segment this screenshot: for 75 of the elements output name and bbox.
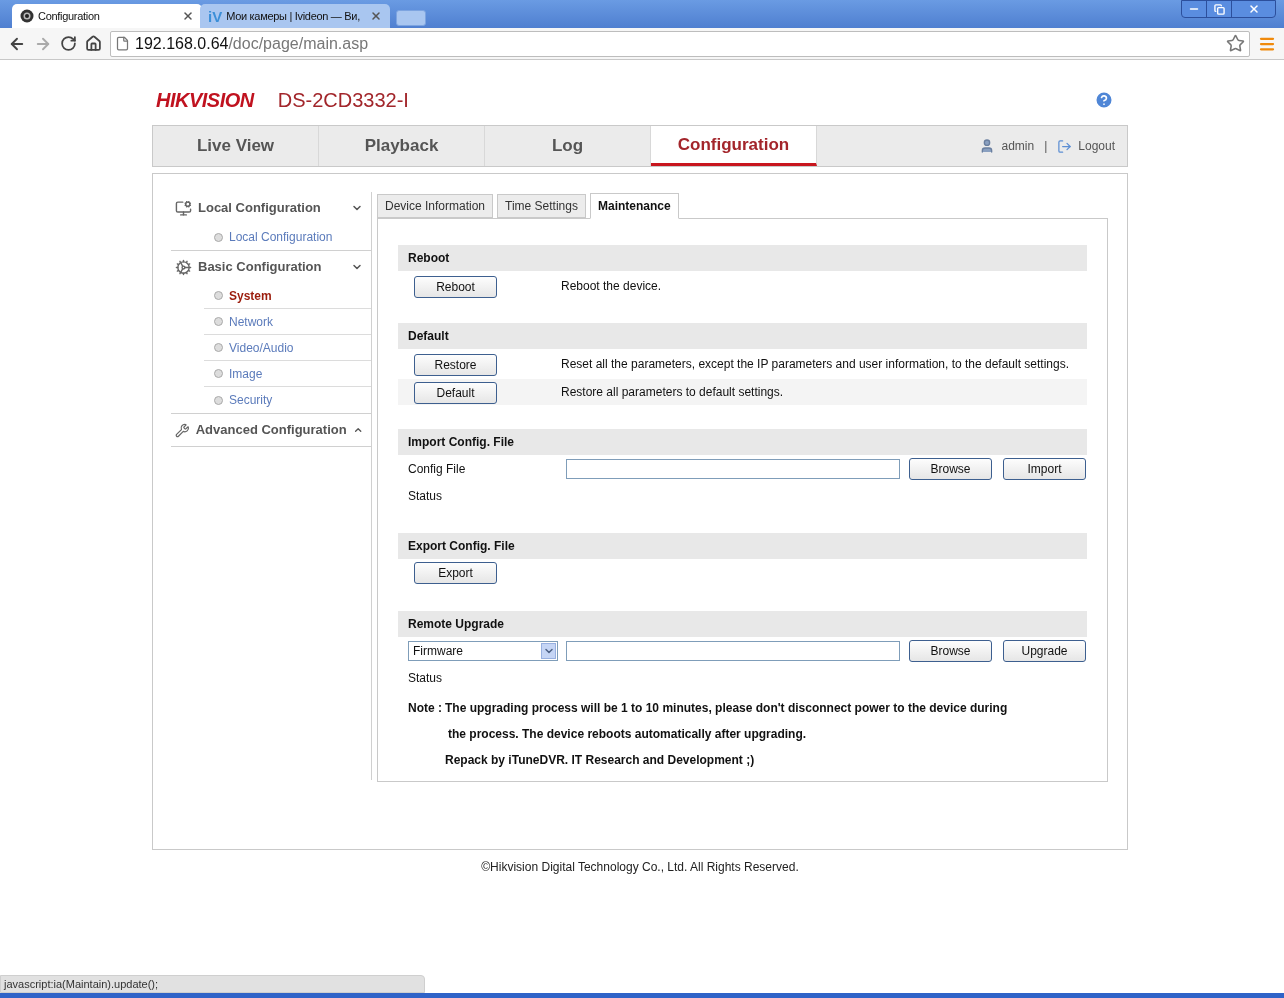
form-button[interactable]: Upgrade bbox=[1003, 640, 1086, 662]
description-text: Reboot the device. bbox=[561, 278, 662, 295]
form-button[interactable]: Reboot bbox=[414, 276, 497, 298]
bullet-icon bbox=[214, 291, 223, 300]
status-label: Status bbox=[408, 670, 443, 687]
section-header: Import Config. File bbox=[398, 429, 1087, 455]
select-field[interactable]: Firmware bbox=[408, 641, 558, 661]
sidebar-group-header[interactable]: Advanced Configuration bbox=[171, 414, 371, 446]
file-path-field[interactable] bbox=[566, 459, 900, 479]
brand-logo: HIKVISION bbox=[156, 88, 254, 113]
section-header: Reboot bbox=[398, 245, 1087, 271]
model-name: DS-2CD3332-I bbox=[277, 88, 409, 113]
sub-tab[interactable]: Maintenance bbox=[589, 193, 679, 219]
monitor-icon bbox=[175, 199, 192, 217]
note-text: the process. The device reboots automatically after upgrading. bbox=[447, 726, 807, 743]
field-label: Config File bbox=[408, 461, 467, 478]
sidebar-item[interactable]: System bbox=[229, 286, 272, 305]
user-name: admin bbox=[1001, 138, 1035, 155]
sidebar-item[interactable]: Video/Audio bbox=[229, 338, 294, 357]
note-text: The upgrading process will be 1 to 10 minutes, please don't disconnect power to the device during bbox=[445, 700, 1008, 717]
address-bar[interactable]: 192.168.0.64/doc/page/main.asp bbox=[110, 30, 1250, 57]
restore-icon bbox=[1213, 3, 1225, 15]
close-icon[interactable] bbox=[370, 10, 382, 22]
wrench-icon bbox=[175, 421, 190, 439]
browser-tab[interactable]: Configuration bbox=[12, 4, 202, 28]
bullet-icon bbox=[214, 369, 223, 378]
camera-icon bbox=[20, 9, 34, 23]
star-icon[interactable] bbox=[1226, 34, 1245, 53]
sidebar-item[interactable]: Image bbox=[229, 364, 263, 383]
bullet-icon bbox=[214, 343, 223, 352]
home-icon[interactable] bbox=[85, 35, 102, 52]
form-button[interactable]: Import bbox=[1003, 458, 1086, 480]
copyright-text: ©Hikvision Digital Technology Co., Ltd. All Rights Reserved. bbox=[481, 859, 799, 876]
gear-icon bbox=[175, 258, 192, 276]
bullet-icon bbox=[214, 317, 223, 326]
sub-tab[interactable]: Device Information bbox=[377, 194, 494, 218]
form-button[interactable]: Restore bbox=[414, 354, 497, 376]
section-header: Export Config. File bbox=[398, 533, 1087, 559]
section-header: Remote Upgrade bbox=[398, 611, 1087, 637]
form-button[interactable]: Browse bbox=[909, 458, 992, 480]
sidebar-group-header[interactable]: Local Configuration bbox=[171, 192, 371, 224]
sidebar-group-header[interactable]: Basic Configuration bbox=[171, 251, 371, 283]
sidebar-item[interactable]: Network bbox=[229, 312, 273, 331]
form-button[interactable]: Browse bbox=[909, 640, 992, 662]
note-label: Note : bbox=[408, 700, 443, 717]
file-path-field[interactable] bbox=[566, 641, 900, 661]
page-icon bbox=[115, 36, 130, 51]
logout-icon bbox=[1057, 138, 1073, 154]
status-bar: javascript:ia(Maintain).update(); bbox=[0, 975, 425, 993]
section-header: Default bbox=[398, 323, 1087, 349]
form-button[interactable]: Export bbox=[414, 562, 497, 584]
form-button[interactable]: Default bbox=[414, 382, 497, 404]
url-text: 192.168.0.64/doc/page/main.asp bbox=[135, 33, 369, 54]
nav-tab[interactable]: Playback bbox=[319, 126, 485, 166]
tab-title: Configuration bbox=[38, 8, 101, 24]
help-icon[interactable] bbox=[1094, 90, 1114, 110]
bullet-icon bbox=[214, 232, 223, 242]
description-text: Reset all the parameters, except the IP parameters and user information, to the default settings. bbox=[561, 356, 1070, 373]
description-text: Restore all parameters to default settings. bbox=[561, 384, 784, 401]
tab-title: Мои камеры | Ivideon — Ви, bbox=[226, 8, 361, 24]
close-icon bbox=[1247, 3, 1260, 15]
separator-text: | bbox=[1044, 138, 1048, 155]
close-icon[interactable] bbox=[182, 10, 194, 22]
status-label: Status bbox=[408, 488, 443, 505]
reload-icon[interactable] bbox=[60, 35, 77, 52]
logout-link[interactable]: Logout bbox=[1078, 137, 1115, 155]
sidebar-item[interactable]: Security bbox=[229, 391, 273, 409]
sub-tab[interactable]: Time Settings bbox=[497, 194, 586, 218]
nav-tab[interactable]: Live View bbox=[153, 126, 319, 166]
browser-tab[interactable]: iV Мои камеры | Ivideon — Ви, bbox=[200, 4, 390, 28]
sidebar-item[interactable]: Local Configuration bbox=[229, 228, 333, 246]
nav-tab[interactable]: Configuration bbox=[651, 126, 817, 166]
bullet-icon bbox=[214, 395, 223, 405]
site-logo: iV bbox=[208, 8, 223, 24]
note-text: Repack by iTuneDVR. IT Research and Development ;) bbox=[445, 752, 755, 769]
